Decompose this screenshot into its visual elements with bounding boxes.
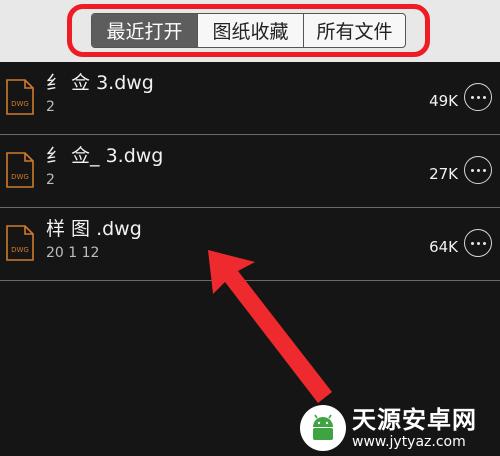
watermark-title: 天源安卓网 <box>352 406 477 434</box>
site-watermark: 天源安卓网 www.jytyaz.com <box>300 400 500 456</box>
watermark-url: www.jytyaz.com <box>352 434 466 450</box>
android-logo-icon <box>300 405 346 451</box>
pointer-arrow <box>208 250 332 403</box>
